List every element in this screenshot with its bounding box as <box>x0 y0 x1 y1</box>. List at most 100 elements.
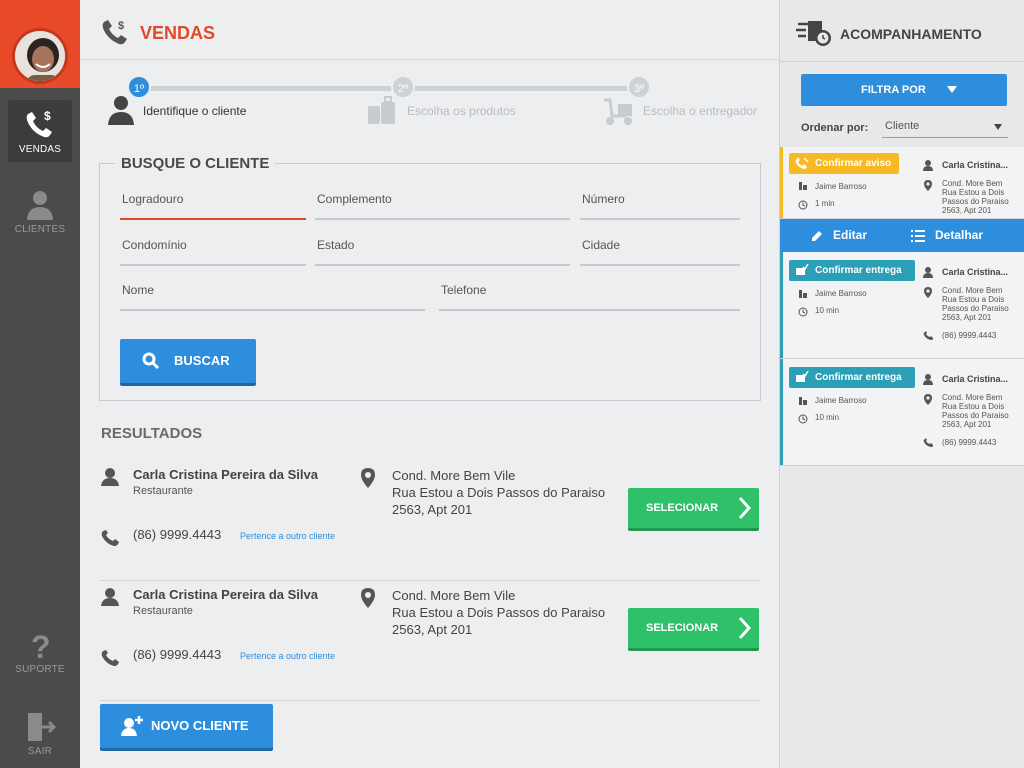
nav-item-clientes[interactable]: CLIENTES <box>8 180 72 242</box>
client-address-line: Cond. More Bem <box>942 179 1003 188</box>
tracking-card[interactable]: Confirmar aviso Jaime Barroso 1 min Carl… <box>780 147 1024 219</box>
tracking-panel: ACOMPANHAMENTO FILTRA POR Ordenar por: C… <box>779 0 1024 768</box>
nav-item-vendas[interactable]: $ VENDAS <box>8 100 72 162</box>
chevron-right-icon <box>738 616 751 640</box>
exit-door-icon <box>28 713 57 741</box>
clock-icon <box>798 307 808 317</box>
client-name: Carla Cristina... <box>942 160 1009 170</box>
numero-field[interactable]: Número <box>580 192 740 220</box>
status-badge[interactable]: Confirmar entrega <box>789 367 915 388</box>
result-address: Cond. More Bem Vile Rua Estou a Dois Pas… <box>392 587 605 638</box>
client-address-line: Rua Estou a Dois <box>942 295 1005 304</box>
phone-icon <box>101 650 119 666</box>
tracking-card[interactable]: Confirmar entrega Jaime Barroso 10 min C… <box>780 252 1024 359</box>
nav-item-suporte[interactable]: ? SUPORTE <box>8 620 72 682</box>
nome-field[interactable]: Nome <box>120 283 425 311</box>
phone-alert-icon <box>795 157 809 169</box>
location-pin-icon <box>361 588 375 608</box>
person-icon <box>101 588 119 606</box>
status-bar <box>780 147 783 218</box>
select-button-label: SELECIONAR <box>646 502 719 514</box>
result-owner-link[interactable]: Pertence a outro cliente <box>240 531 335 541</box>
tracking-header: ACOMPANHAMENTO <box>780 0 1024 62</box>
select-button[interactable]: SELECIONAR <box>628 488 759 528</box>
sort-value: Cliente <box>885 120 920 132</box>
estado-label: Estado <box>317 238 355 252</box>
client-phone: (86) 9999.4443 <box>942 331 997 340</box>
phone-icon <box>923 331 933 340</box>
step-3-label: Escolha o entregador <box>643 104 758 118</box>
select-button[interactable]: SELECIONAR <box>628 608 759 648</box>
sort-label: Ordenar por: <box>801 122 869 134</box>
question-icon: ? <box>31 629 51 662</box>
client-address-line: Passos do Paraiso <box>942 411 1009 420</box>
person-icon <box>27 191 53 220</box>
result-type: Restaurante <box>133 485 193 497</box>
result-address-line2: Rua Estou a Dois Passos do Paraiso <box>392 605 606 620</box>
result-address-line1: Cond. More Bem Vile <box>392 468 516 483</box>
detail-button-label: Detalhar <box>935 228 984 242</box>
person-icon <box>101 468 119 486</box>
estado-field[interactable]: Estado <box>315 238 570 266</box>
phone-dollar-icon: $ <box>26 109 52 138</box>
edit-button-label: Editar <box>833 228 868 242</box>
client-address-line: 2563, Apt 201 <box>942 420 992 429</box>
nav-label-clientes: CLIENTES <box>14 224 66 235</box>
location-pin-icon <box>924 180 932 191</box>
telefone-field[interactable]: Telefone <box>439 283 740 311</box>
logradouro-field[interactable]: Logradouro <box>120 192 306 220</box>
delivery-check-icon <box>796 371 809 382</box>
result-address-line3: 2563, Apt 201 <box>392 622 473 637</box>
elapsed-time: 1 min <box>815 199 835 208</box>
client-name: Carla Cristina... <box>942 374 1009 384</box>
nome-label: Nome <box>122 283 155 297</box>
elapsed-time: 10 min <box>815 413 840 422</box>
status-badge[interactable]: Confirmar entrega <box>789 260 915 281</box>
delivery-icon <box>799 290 807 298</box>
cidade-field[interactable]: Cidade <box>580 238 740 266</box>
phone-icon <box>101 530 119 546</box>
status-bar <box>780 359 783 465</box>
client-address-line: Rua Estou a Dois <box>942 402 1005 411</box>
elapsed-time: 10 min <box>815 306 840 315</box>
svg-text:$: $ <box>44 109 51 123</box>
result-name: Carla Cristina Pereira da Silva <box>133 467 318 482</box>
status-badge[interactable]: Confirmar aviso <box>789 153 899 174</box>
main-header: $ VENDAS <box>80 0 780 60</box>
delivery-scooter-icon <box>604 98 632 125</box>
courier-name: Jaime Barroso <box>815 289 867 298</box>
client-address-line: 2563, Apt 201 <box>942 313 992 322</box>
client-address-line: Passos do Paraiso <box>942 304 1009 313</box>
search-button-label: BUSCAR <box>174 353 230 368</box>
filter-button[interactable]: FILTRA POR <box>801 74 1007 106</box>
location-pin-icon <box>924 287 932 298</box>
nav-item-sair[interactable]: SAIR <box>8 702 72 764</box>
result-owner-link[interactable]: Pertence a outro cliente <box>240 651 335 661</box>
client-name: Carla Cristina... <box>942 267 1009 277</box>
client-address-line: 2563, Apt 201 <box>942 206 992 215</box>
clock-icon <box>798 200 808 210</box>
new-client-button[interactable]: NOVO CLIENTE <box>100 704 273 748</box>
user-avatar[interactable] <box>12 28 68 84</box>
list-icon <box>911 230 925 242</box>
nav-label-sair: SAIR <box>27 746 53 757</box>
client-address: Cond. More Bem Rua Estou a Dois Passos d… <box>942 393 1009 429</box>
sort-select[interactable]: Cliente <box>882 118 1008 138</box>
complemento-field[interactable]: Complemento <box>315 192 570 220</box>
cidade-label: Cidade <box>582 238 621 252</box>
delivery-icon <box>799 397 807 405</box>
pencil-icon <box>812 231 822 241</box>
result-row: Carla Cristina Pereira da Silva Restaura… <box>100 461 760 581</box>
condominio-field[interactable]: Condomínio <box>120 238 306 266</box>
search-button[interactable]: BUSCAR <box>120 339 256 383</box>
tracking-card[interactable]: Confirmar entrega Jaime Barroso 10 min C… <box>780 359 1024 466</box>
location-pin-icon <box>924 394 932 405</box>
location-pin-icon <box>361 468 375 488</box>
person-icon <box>108 96 134 125</box>
result-address: Cond. More Bem Vile Rua Estou a Dois Pas… <box>392 467 605 518</box>
person-icon <box>923 160 933 171</box>
person-icon <box>923 267 933 278</box>
svg-text:?: ? <box>31 629 51 662</box>
status-badge-label: Confirmar aviso <box>815 158 892 169</box>
caret-down-icon <box>994 124 1002 130</box>
